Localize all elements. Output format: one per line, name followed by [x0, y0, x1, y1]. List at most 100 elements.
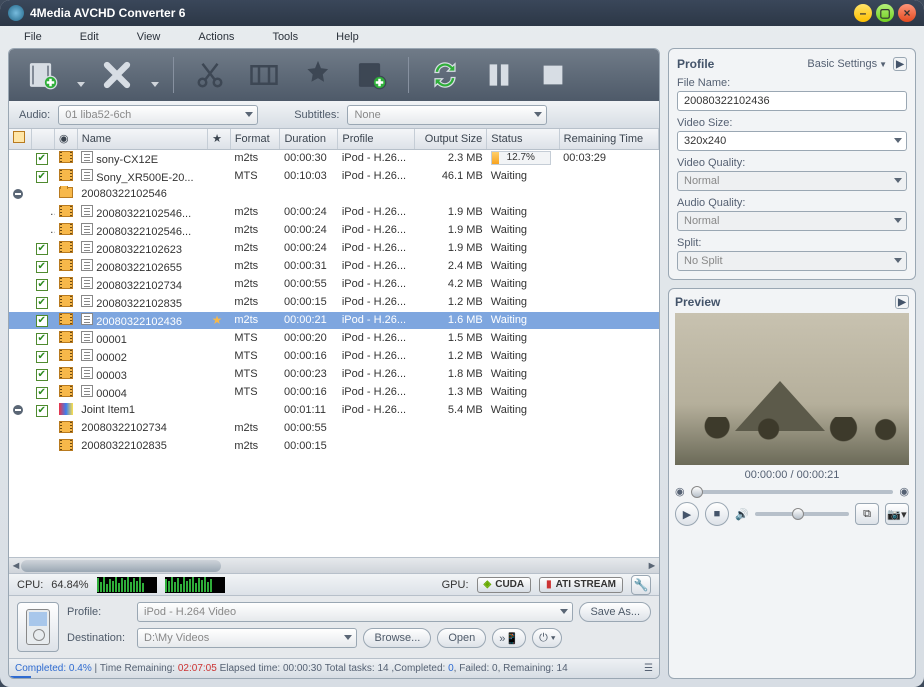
- star-icon[interactable]: ★: [212, 313, 223, 327]
- shutdown-dropdown-button[interactable]: ⏻ ▾: [532, 628, 562, 648]
- save-as-button[interactable]: Save As...: [579, 602, 651, 622]
- filename-input[interactable]: 20080322102436: [677, 91, 907, 111]
- detail-icon[interactable]: [81, 367, 93, 379]
- table-row[interactable]: 20080322102734m2ts00:00:55iPod - H.26...…: [9, 275, 659, 293]
- table-row[interactable]: Sony_XR500E-20...MTS00:10:03iPod - H.26.…: [9, 167, 659, 185]
- table-row[interactable]: 20080322102436★m2ts00:00:21iPod - H.26..…: [9, 311, 659, 329]
- table-row[interactable]: 20080322102835m2ts00:00:15iPod - H.26...…: [9, 293, 659, 311]
- open-in-device-button[interactable]: »📱: [492, 628, 526, 648]
- table-row[interactable]: sony-CX12Em2ts00:00:30iPod - H.26...2.3 …: [9, 149, 659, 167]
- remove-dropdown-icon[interactable]: [151, 82, 159, 87]
- add-file-button[interactable]: [21, 55, 65, 95]
- compare-button[interactable]: ⧉: [855, 503, 879, 525]
- snapshot-button[interactable]: 📷▾: [885, 503, 909, 525]
- split-combo[interactable]: No Split: [677, 251, 907, 271]
- collapse-icon[interactable]: [13, 189, 23, 199]
- col-name[interactable]: Name: [77, 129, 207, 149]
- detail-icon[interactable]: [81, 205, 93, 217]
- table-row[interactable]: 20080322102734m2ts00:00:55: [9, 419, 659, 437]
- settings-gear-button[interactable]: 🔧: [631, 575, 651, 595]
- col-profile[interactable]: Profile: [338, 129, 415, 149]
- convert-button[interactable]: [423, 55, 467, 95]
- play-button[interactable]: ▶: [675, 502, 699, 526]
- row-checkbox[interactable]: [36, 333, 48, 345]
- detail-icon[interactable]: [81, 385, 93, 397]
- close-button[interactable]: ×: [898, 4, 916, 22]
- remove-button[interactable]: [95, 55, 139, 95]
- col-detail-icon[interactable]: ◉: [55, 129, 78, 149]
- open-button[interactable]: Open: [437, 628, 486, 648]
- profile-panel-expand-icon[interactable]: ▶: [893, 57, 907, 71]
- detail-icon[interactable]: [81, 295, 93, 307]
- scroll-right-icon[interactable]: ►: [645, 558, 659, 574]
- row-checkbox[interactable]: [36, 369, 48, 381]
- subtitles-combo[interactable]: None: [347, 105, 547, 125]
- stop-button[interactable]: [531, 55, 575, 95]
- row-checkbox[interactable]: [36, 297, 48, 309]
- stop-preview-button[interactable]: ■: [705, 502, 729, 526]
- row-checkbox[interactable]: [36, 387, 48, 399]
- task-list-icon[interactable]: ☰: [644, 663, 653, 674]
- col-status[interactable]: Status: [487, 129, 559, 149]
- menu-view[interactable]: View: [137, 31, 161, 43]
- col-star[interactable]: ★: [208, 129, 231, 149]
- col-format[interactable]: Format: [230, 129, 280, 149]
- menu-file[interactable]: File: [24, 31, 42, 43]
- videosize-combo[interactable]: 320x240: [677, 131, 907, 151]
- detail-icon[interactable]: [81, 241, 93, 253]
- detail-icon[interactable]: [81, 151, 93, 163]
- add-file-dropdown-icon[interactable]: [77, 82, 85, 87]
- detail-icon[interactable]: [81, 169, 93, 181]
- seek-start-icon[interactable]: ◉: [675, 485, 685, 498]
- col-duration[interactable]: Duration: [280, 129, 338, 149]
- menu-tools[interactable]: Tools: [272, 31, 298, 43]
- volume-icon[interactable]: 🔊: [735, 508, 749, 521]
- table-row[interactable]: 20080322102623m2ts00:00:24iPod - H.26...…: [9, 239, 659, 257]
- effects-button[interactable]: [296, 55, 340, 95]
- seek-end-icon[interactable]: ◉: [899, 485, 909, 498]
- scrollbar-thumb[interactable]: [21, 560, 221, 572]
- row-checkbox[interactable]: [36, 279, 48, 291]
- col-remaining[interactable]: Remaining Time: [559, 129, 658, 149]
- row-checkbox[interactable]: [36, 243, 48, 255]
- menu-actions[interactable]: Actions: [198, 31, 234, 43]
- row-checkbox[interactable]: [36, 351, 48, 363]
- detail-icon[interactable]: [81, 223, 93, 235]
- table-row[interactable]: 20080322102546...m2ts00:00:24iPod - H.26…: [9, 203, 659, 221]
- destination-combo[interactable]: D:\My Videos: [137, 628, 357, 648]
- menu-help[interactable]: Help: [336, 31, 359, 43]
- menu-edit[interactable]: Edit: [80, 31, 99, 43]
- maximize-button[interactable]: ▢: [876, 4, 894, 22]
- audio-combo[interactable]: 01 liba52-6ch: [58, 105, 258, 125]
- cut-button[interactable]: [188, 55, 232, 95]
- preview-expand-icon[interactable]: ▶: [895, 295, 909, 309]
- seek-slider[interactable]: [691, 490, 894, 494]
- videoquality-combo[interactable]: Normal: [677, 171, 907, 191]
- row-checkbox[interactable]: [36, 315, 48, 327]
- table-row[interactable]: Joint Item100:01:11iPod - H.26...5.4 MBW…: [9, 401, 659, 419]
- table-row[interactable]: 20080322102655m2ts00:00:31iPod - H.26...…: [9, 257, 659, 275]
- col-check[interactable]: [9, 129, 32, 149]
- table-row[interactable]: 20080322102835m2ts00:00:15: [9, 437, 659, 455]
- table-row[interactable]: 20080322102546: [9, 185, 659, 203]
- minimize-button[interactable]: –: [854, 4, 872, 22]
- table-row[interactable]: 00002MTS00:00:16iPod - H.26...1.2 MBWait…: [9, 347, 659, 365]
- table-row[interactable]: 00003MTS00:00:23iPod - H.26...1.8 MBWait…: [9, 365, 659, 383]
- row-checkbox[interactable]: [36, 171, 48, 183]
- table-row[interactable]: 00001MTS00:00:20iPod - H.26...1.5 MBWait…: [9, 329, 659, 347]
- row-checkbox[interactable]: [36, 153, 48, 165]
- clip-button[interactable]: [242, 55, 286, 95]
- audioquality-combo[interactable]: Normal: [677, 211, 907, 231]
- detail-icon[interactable]: [81, 277, 93, 289]
- table-row[interactable]: 00004MTS00:00:16iPod - H.26...1.3 MBWait…: [9, 383, 659, 401]
- horizontal-scrollbar[interactable]: ◄ ►: [9, 557, 659, 573]
- browse-button[interactable]: Browse...: [363, 628, 431, 648]
- add-profile-button[interactable]: [350, 55, 394, 95]
- volume-slider[interactable]: [755, 512, 849, 516]
- row-checkbox[interactable]: [36, 405, 48, 417]
- row-checkbox[interactable]: [36, 261, 48, 273]
- detail-icon[interactable]: [81, 331, 93, 343]
- table-row[interactable]: 20080322102546...m2ts00:00:24iPod - H.26…: [9, 221, 659, 239]
- basic-settings-link[interactable]: Basic Settings: [807, 58, 887, 70]
- pause-button[interactable]: [477, 55, 521, 95]
